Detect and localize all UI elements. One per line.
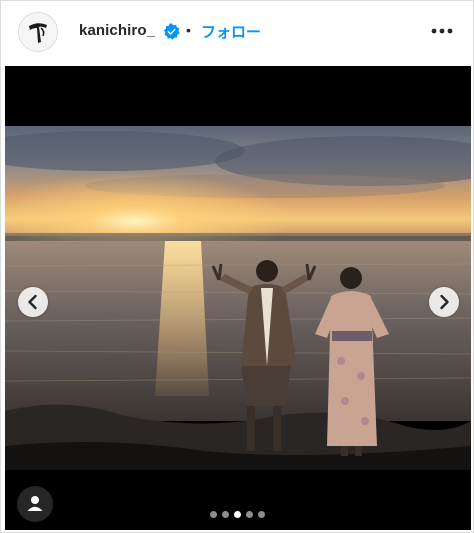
verified-badge-icon: [163, 23, 180, 40]
user-tag-icon: [27, 496, 43, 511]
chevron-left-icon: [28, 294, 37, 310]
more-options-icon[interactable]: [429, 21, 455, 41]
carousel-dot: [246, 511, 253, 518]
media-bottom-bar: [5, 480, 471, 530]
avatar-logo-icon: [19, 13, 57, 51]
avatar[interactable]: [18, 12, 58, 52]
follow-button[interactable]: フォロー: [201, 21, 261, 42]
chevron-right-icon: [440, 294, 449, 310]
user-tag-button[interactable]: [17, 486, 53, 522]
instagram-post: kanichiro_ • フォロー: [0, 0, 474, 533]
carousel-indicator: [210, 511, 265, 519]
post-photo[interactable]: [5, 66, 471, 480]
carousel-dot: [234, 511, 241, 518]
carousel-dot: [210, 511, 217, 518]
separator-dot: •: [186, 22, 191, 38]
next-slide-button[interactable]: [429, 287, 459, 317]
post-header: kanichiro_ • フォロー: [1, 1, 473, 63]
carousel-dot: [258, 511, 265, 518]
sunset-beach-photo: [5, 66, 471, 480]
carousel-dot: [222, 511, 229, 518]
previous-slide-button[interactable]: [18, 287, 48, 317]
username[interactable]: kanichiro_: [79, 22, 155, 39]
